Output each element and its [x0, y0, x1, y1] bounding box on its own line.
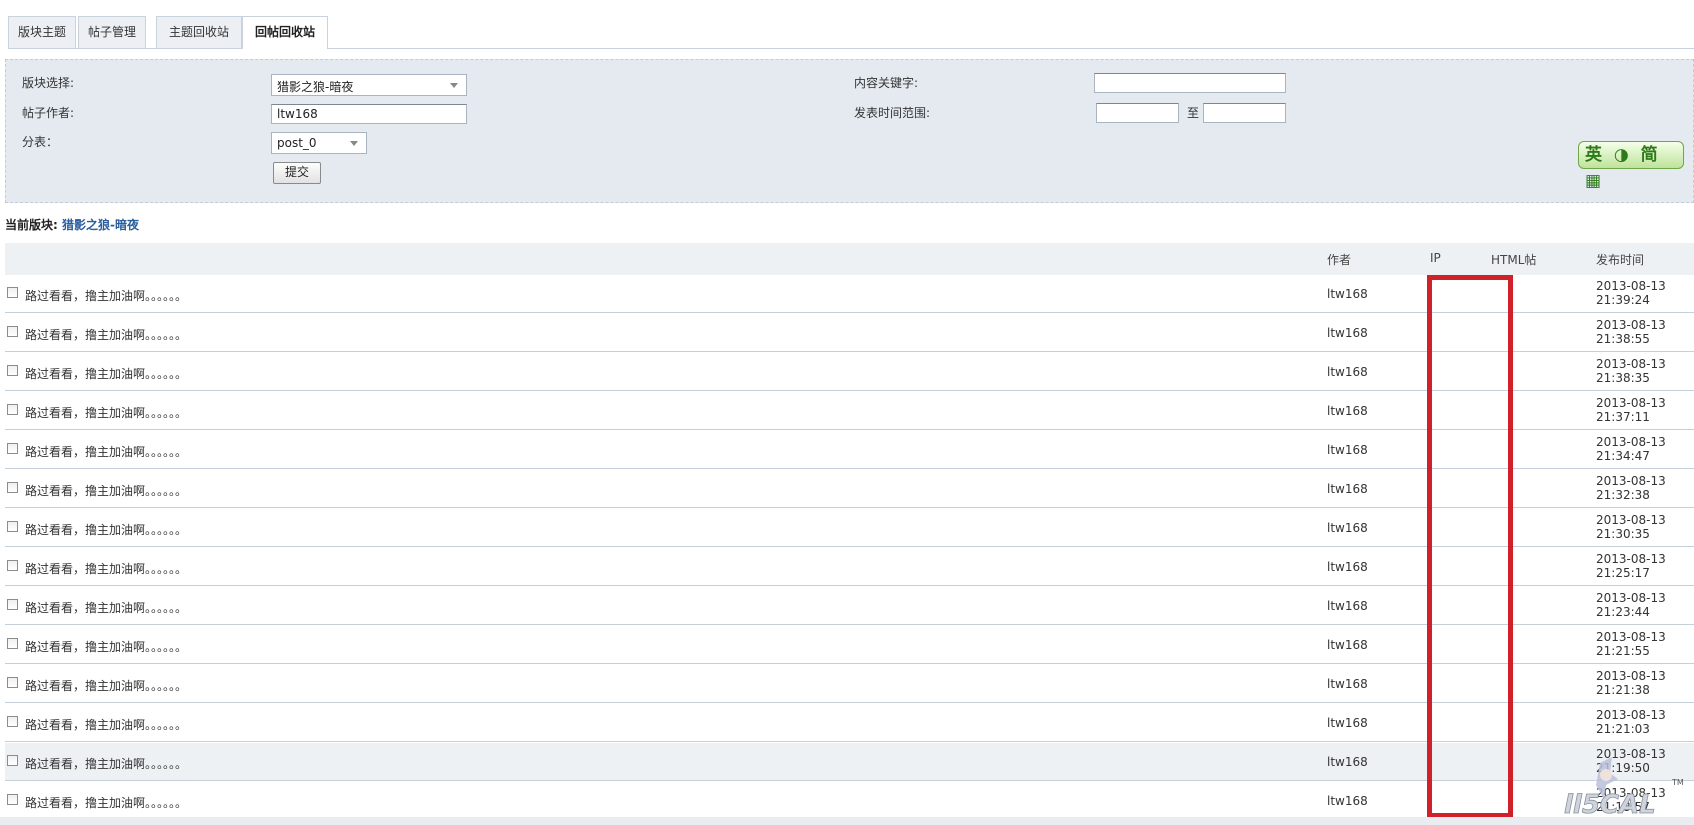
- current-board-label: 当前版块:: [5, 218, 58, 232]
- ime-status-badge[interactable]: 英 ◑ 简 ▦: [1578, 141, 1684, 191]
- board-select-value: 猎影之狼-暗夜: [277, 80, 354, 94]
- time-to-input[interactable]: [1203, 103, 1286, 123]
- row-checkbox[interactable]: [7, 560, 18, 571]
- row-subject[interactable]: 路过看看，撸主加油啊。。。。。。: [25, 521, 187, 538]
- row-author: ltw168: [1327, 326, 1368, 340]
- filter-panel: 版块选择: 猎影之狼-暗夜 帖子作者: ltw168 分表： post_0 提交…: [5, 59, 1694, 203]
- row-time: 2013-08-13 21:30:35: [1596, 513, 1666, 541]
- row-subject[interactable]: 路过看看，撸主加油啊。。。。。。: [25, 677, 187, 694]
- tab-bar: 版块主题 帖子管理 主题回收站 回帖回收站: [8, 16, 1694, 49]
- author-label: 帖子作者:: [22, 106, 75, 120]
- board-select[interactable]: 猎影之狼-暗夜: [271, 74, 467, 96]
- row-time: 2013-08-13 21:37:11: [1596, 396, 1666, 424]
- row-subject[interactable]: 路过看看，撸主加油啊。。。。。。: [25, 404, 187, 421]
- row-time: 2013-08-13 21:34:47: [1596, 435, 1666, 463]
- row-author: ltw168: [1327, 521, 1368, 535]
- row-checkbox[interactable]: [7, 599, 18, 610]
- current-board-link[interactable]: 猎影之狼-暗夜: [62, 218, 139, 232]
- tab-post-manage[interactable]: 帖子管理: [78, 16, 146, 48]
- row-author: ltw168: [1327, 287, 1368, 301]
- bottom-scrollbar[interactable]: [0, 817, 1694, 825]
- row-author: ltw168: [1327, 365, 1368, 379]
- row-time: 2013-08-13 21:21:38: [1596, 669, 1666, 697]
- row-checkbox[interactable]: [7, 326, 18, 337]
- header-html: HTML帖: [1491, 253, 1537, 267]
- row-checkbox[interactable]: [7, 755, 18, 766]
- row-checkbox[interactable]: [7, 443, 18, 454]
- row-checkbox[interactable]: [7, 521, 18, 532]
- row-subject[interactable]: 路过看看，撸主加油啊。。。。。。: [25, 599, 187, 616]
- row-checkbox[interactable]: [7, 404, 18, 415]
- watermark-logo: ll5CAL TM: [1564, 757, 1684, 820]
- row-subject[interactable]: 路过看看，撸主加油啊。。。。。。: [25, 326, 187, 343]
- row-subject[interactable]: 路过看看，撸主加油啊。。。。。。: [25, 443, 187, 460]
- keyword-input[interactable]: [1094, 73, 1286, 93]
- time-range-label: 发表时间范围:: [854, 106, 931, 120]
- table-select-value: post_0: [277, 136, 317, 150]
- row-subject[interactable]: 路过看看，撸主加油啊。。。。。。: [25, 482, 187, 499]
- row-time: 2013-08-13 21:38:55: [1596, 318, 1666, 346]
- row-time: 2013-08-13 21:23:44: [1596, 591, 1666, 619]
- table-header: 作者 IP HTML帖 发布时间: [5, 243, 1694, 275]
- row-time: 2013-08-13 21:25:17: [1596, 552, 1666, 580]
- board-select-label: 版块选择:: [22, 76, 75, 90]
- row-subject[interactable]: 路过看看，撸主加油啊。。。。。。: [25, 287, 187, 304]
- ip-column-highlight: [1427, 275, 1513, 818]
- row-subject[interactable]: 路过看看，撸主加油啊。。。。。。: [25, 716, 187, 733]
- svg-text:TM: TM: [1671, 778, 1684, 787]
- row-time: 2013-08-13 21:21:55: [1596, 630, 1666, 658]
- row-author: ltw168: [1327, 794, 1368, 808]
- row-time: 2013-08-13 21:39:24: [1596, 279, 1666, 307]
- row-subject[interactable]: 路过看看，撸主加油啊。。。。。。: [25, 794, 187, 811]
- tab-topic-recycle[interactable]: 主题回收站: [156, 16, 242, 48]
- row-time: 2013-08-13 21:38:35: [1596, 357, 1666, 385]
- chevron-down-icon: [350, 141, 358, 146]
- tab-board-topics[interactable]: 版块主题: [8, 16, 76, 48]
- row-time: 2013-08-13 21:21:03: [1596, 708, 1666, 736]
- table-select-label: 分表：: [22, 135, 59, 149]
- row-author: ltw168: [1327, 638, 1368, 652]
- svg-text:ll5CAL: ll5CAL: [1564, 790, 1656, 820]
- row-author: ltw168: [1327, 404, 1368, 418]
- header-time: 发布时间: [1596, 253, 1645, 267]
- table-select[interactable]: post_0: [271, 132, 367, 154]
- row-checkbox[interactable]: [7, 287, 18, 298]
- row-checkbox[interactable]: [7, 638, 18, 649]
- chevron-down-icon: [450, 83, 458, 88]
- row-checkbox[interactable]: [7, 677, 18, 688]
- header-ip: IP: [1430, 251, 1441, 265]
- row-subject[interactable]: 路过看看，撸主加油啊。。。。。。: [25, 365, 187, 382]
- author-input[interactable]: ltw168: [271, 104, 467, 124]
- submit-button[interactable]: 提交: [273, 162, 321, 184]
- row-author: ltw168: [1327, 560, 1368, 574]
- row-author: ltw168: [1327, 443, 1368, 457]
- time-separator: 至: [1187, 106, 1200, 120]
- time-from-input[interactable]: [1096, 103, 1179, 123]
- header-author: 作者: [1327, 253, 1352, 267]
- row-author: ltw168: [1327, 482, 1368, 496]
- row-subject[interactable]: 路过看看，撸主加油啊。。。。。。: [25, 638, 187, 655]
- row-checkbox[interactable]: [7, 365, 18, 376]
- tab-reply-recycle[interactable]: 回帖回收站: [242, 16, 328, 49]
- row-author: ltw168: [1327, 716, 1368, 730]
- current-board: 当前版块: 猎影之狼-暗夜: [5, 216, 139, 233]
- row-author: ltw168: [1327, 677, 1368, 691]
- row-author: ltw168: [1327, 755, 1368, 769]
- row-subject[interactable]: 路过看看，撸主加油啊。。。。。。: [25, 755, 187, 772]
- row-checkbox[interactable]: [7, 794, 18, 805]
- row-checkbox[interactable]: [7, 716, 18, 727]
- row-checkbox[interactable]: [7, 482, 18, 493]
- row-author: ltw168: [1327, 599, 1368, 613]
- keyword-label: 内容关键字:: [854, 76, 919, 90]
- row-subject[interactable]: 路过看看，撸主加油啊。。。。。。: [25, 560, 187, 577]
- row-time: 2013-08-13 21:32:38: [1596, 474, 1666, 502]
